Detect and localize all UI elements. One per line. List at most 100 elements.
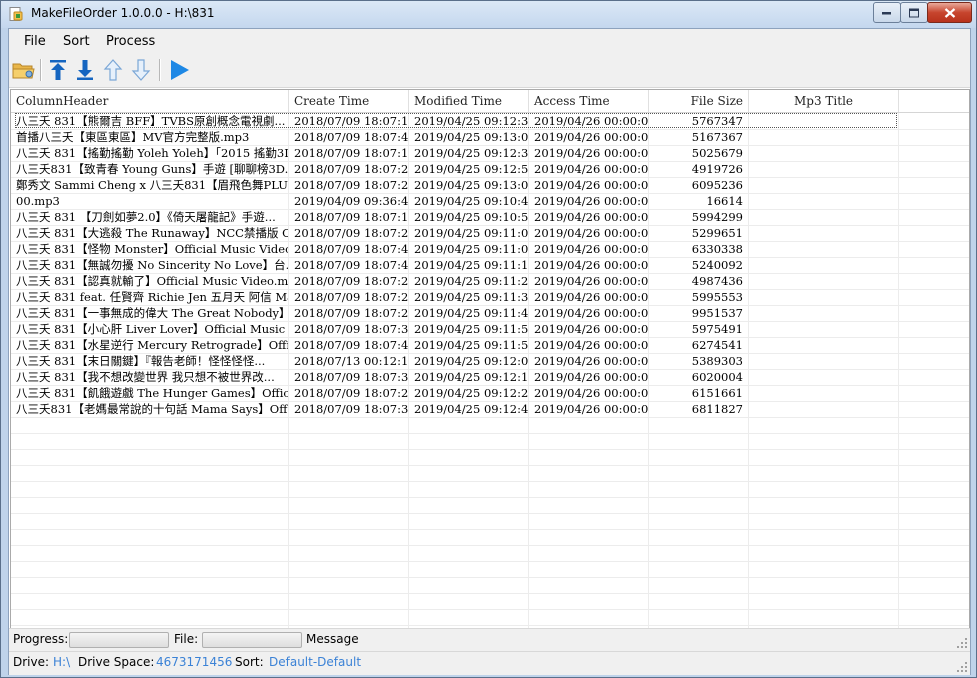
title-bar[interactable]: MakeFileOrder 1.0.0.0 - H:\831 [1,1,976,28]
move-down-button[interactable] [129,58,153,82]
mp3-title-cell [749,401,899,417]
minimize-button[interactable] [873,2,901,23]
file-name-cell [11,449,289,465]
file-name-cell: 八三夭 831【無誠勿擾 No Sincerity No Love】台... [11,257,289,273]
table-row [11,529,969,546]
mp3-title-cell [749,113,899,129]
table-row[interactable]: 首播八三夭【東區東區】MV官方完整版.mp3 2018/07/09 18:07:4… [11,129,969,146]
table-row[interactable]: 八三夭 831【搖勤搖勤 Yoleh Yoleh】「2015 搖勤3D... 20… [11,145,969,162]
table-row[interactable]: 八三夭831【老媽最常說的十句話 Mama Says】Off... 2018/07… [11,401,969,418]
file-list[interactable]: ColumnHeader Create Time Modified Time A… [10,89,970,658]
mp3-title-cell [749,385,899,401]
file-size-cell: 5167367 [649,129,749,145]
column-header-name[interactable]: ColumnHeader [11,90,289,112]
move-up-button[interactable] [101,58,125,82]
file-label: File: [174,632,199,646]
modified-time-cell [409,465,529,481]
file-name-cell: 八三夭 831【搖勤搖勤 Yoleh Yoleh】「2015 搖勤3D... [11,145,289,161]
table-row[interactable]: 八三夭 831【怪物 Monster】Official Music Video.… [11,241,969,258]
create-time-cell [289,465,409,481]
move-top-button[interactable] [46,58,70,82]
close-icon [944,7,955,18]
table-row[interactable]: 八三夭 831【飢餓遊戲 The Hunger Games】Official..… [11,385,969,402]
access-time-cell [529,513,649,529]
file-size-cell: 5975491 [649,321,749,337]
table-row[interactable]: 八三夭 831 feat. 任賢齊 Richie Jen 五月天 阿信 Ma..… [11,289,969,306]
create-time-cell: 2018/07/09 18:07:27 [289,305,409,321]
menu-sort[interactable]: Sort [63,34,90,49]
table-row [11,481,969,498]
mp3-title-cell [749,561,899,577]
move-bottom-button[interactable] [73,58,97,82]
table-row[interactable]: 鄭秀文 Sammi Cheng x 八三夭831【眉飛色舞PLUS... 2018… [11,177,969,194]
table-row[interactable]: 八三夭 831【認真就輸了】Official Music Video.mp3 20… [11,273,969,290]
column-header-modified-time[interactable]: Modified Time [409,90,529,112]
resize-grip-icon[interactable] [956,637,968,649]
mp3-title-cell [749,353,899,369]
close-button[interactable] [927,2,972,23]
file-size-cell: 5025679 [649,145,749,161]
open-folder-button[interactable] [12,58,36,82]
table-row[interactable]: 八三夭 831【大逃殺 The Runaway】NCC禁播版 O... 2018/… [11,225,969,242]
table-row[interactable]: 八三夭 831【一事無成的偉大 The Great Nobody】(... 201… [11,305,969,322]
access-time-cell: 2019/04/26 00:00:00 [529,193,649,209]
mp3-title-cell [749,321,899,337]
run-button[interactable] [167,58,191,82]
table-row[interactable]: 八三夭 831【無誠勿擾 No Sincerity No Love】台... 20… [11,257,969,274]
menu-process[interactable]: Process [106,34,155,49]
access-time-cell [529,465,649,481]
file-name-cell [11,609,289,625]
file-size-cell: 6811827 [649,401,749,417]
drive-space-value: 4673171456 [156,655,233,669]
modified-time-cell: 2019/04/25 09:11:22 [409,273,529,289]
mp3-title-cell [749,257,899,273]
run-icon [171,60,189,80]
file-size-cell: 5299651 [649,225,749,241]
table-row[interactable]: 八三夭 831【水星逆行 Mercury Retrograde】Officia.… [11,337,969,354]
modified-time-cell [409,417,529,433]
access-time-cell: 2019/04/26 00:00:00 [529,369,649,385]
menu-file[interactable]: File [24,34,46,49]
access-time-cell: 2019/04/26 00:00:00 [529,289,649,305]
table-row[interactable]: 八三夭 831【熊爾吉 BFF】TVBS原創概念電視劇... 2018/07/09… [11,113,969,130]
file-size-cell: 5994299 [649,209,749,225]
column-header-file-size[interactable]: File Size [649,90,749,112]
create-time-cell: 2018/07/09 18:07:38 [289,321,409,337]
create-time-cell: 2018/07/09 18:07:24 [289,289,409,305]
column-header-mp3-title[interactable]: Mp3 Title [749,90,899,112]
access-time-cell: 2019/04/26 00:00:00 [529,225,649,241]
mp3-title-cell [749,513,899,529]
table-row[interactable]: 八三夭 831【我不想改變世界 我只想不被世界改... 2018/07/09 18… [11,369,969,386]
resize-grip-icon[interactable] [956,661,968,673]
file-size-cell [649,513,749,529]
modified-time-cell: 2019/04/25 09:13:08 [409,177,529,193]
table-row [11,577,969,594]
table-row[interactable]: 八三夭 831 【刀劍如夢2.0】《倚天屠龍記》手遊... 2018/07/09 … [11,209,969,226]
file-name-cell: 八三夭 831【小心肝 Liver Lover】Official Music V… [11,321,289,337]
table-row[interactable]: 八三夭831【致青春 Young Guns】手遊 [聊聊榜3D... 2018/0… [11,161,969,178]
drive-value: H:\ [53,655,71,669]
table-row[interactable]: 八三夭 831【末日關鍵】『報告老師！怪怪怪怪... 2018/07/13 00:… [11,353,969,370]
create-time-cell: 2018/07/09 18:07:22 [289,385,409,401]
modified-time-cell: 2019/04/25 09:10:52 [409,209,529,225]
mp3-title-cell [749,593,899,609]
table-row [11,449,969,466]
access-time-cell [529,433,649,449]
drive-status-bar: Drive: H:\ Drive Space: 4673171456 Sort:… [9,651,970,675]
minimize-icon [882,11,891,14]
modified-time-cell [409,577,529,593]
create-time-cell: 2018/07/09 18:07:34 [289,369,409,385]
modified-time-cell [409,561,529,577]
column-header-create-time[interactable]: Create Time [289,90,409,112]
file-name-cell: 八三夭831【老媽最常說的十句話 Mama Says】Off... [11,401,289,417]
maximize-button[interactable] [900,2,928,23]
file-size-cell [649,545,749,561]
move-top-icon [50,60,66,80]
create-time-cell [289,577,409,593]
table-row[interactable]: 八三夭 831【小心肝 Liver Lover】Official Music V… [11,321,969,338]
create-time-cell [289,513,409,529]
column-header-access-time[interactable]: Access Time [529,90,649,112]
create-time-cell: 2018/07/09 18:07:43 [289,257,409,273]
file-name-cell: 八三夭 831【大逃殺 The Runaway】NCC禁播版 O... [11,225,289,241]
table-row[interactable]: 00.mp3 2019/04/09 09:36:43 2019/04/25 09:1… [11,193,969,210]
